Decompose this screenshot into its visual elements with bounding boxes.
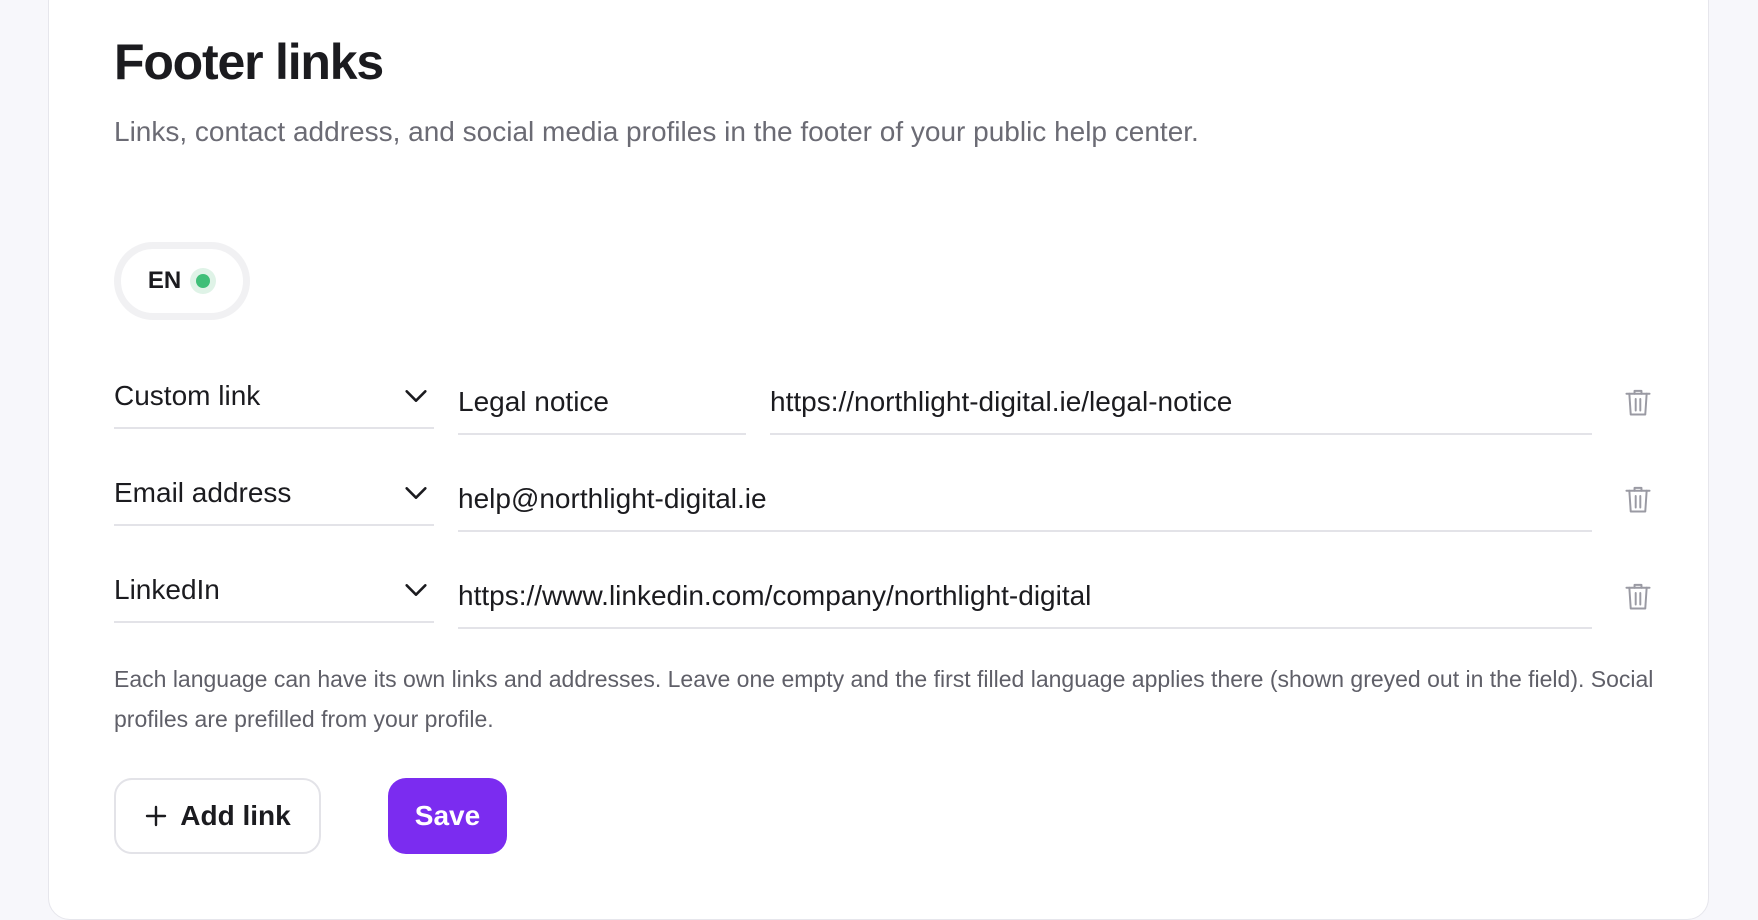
link-type-select[interactable]: LinkedIn — [114, 559, 434, 623]
link-type-label: Custom link — [114, 380, 261, 411]
linkedin-url-input[interactable]: https://www.linkedin.com/company/northli… — [458, 565, 1592, 629]
language-tab-en[interactable]: EN — [114, 242, 250, 320]
trash-icon — [1625, 583, 1651, 610]
link-row: Custom link Legal notice https://northli… — [114, 365, 1654, 445]
link-url-input[interactable]: https://northlight-digital.ie/legal-noti… — [770, 371, 1592, 435]
delete-row-button[interactable] — [1614, 476, 1662, 524]
delete-row-button[interactable] — [1614, 379, 1662, 427]
trash-icon — [1625, 486, 1651, 513]
email-input[interactable]: help@northlight-digital.ie — [458, 468, 1592, 532]
save-button[interactable]: Save — [388, 778, 507, 854]
language-code: EN — [147, 267, 182, 294]
add-link-label: Add link — [180, 800, 291, 831]
link-type-label: LinkedIn — [114, 574, 220, 605]
language-status-dot — [190, 268, 217, 294]
plus-icon — [146, 805, 167, 827]
add-link-button[interactable]: Add link — [114, 778, 321, 854]
link-type-select[interactable]: Custom link — [114, 365, 434, 429]
chevron-down-icon — [405, 390, 427, 402]
trash-icon — [1625, 389, 1651, 416]
footer-links-card: Footer links Links, contact address, and… — [48, 0, 1709, 920]
link-type-select[interactable]: Email address — [114, 462, 434, 526]
link-type-label: Email address — [114, 477, 292, 508]
help-text: Each language can have its own links and… — [114, 666, 1654, 732]
page-title: Footer links — [114, 34, 384, 90]
link-label-input[interactable]: Legal notice — [458, 371, 746, 435]
delete-row-button[interactable] — [1614, 573, 1662, 621]
link-row: Email address help@northlight-digital.ie — [114, 462, 1654, 542]
chevron-down-icon — [405, 584, 427, 596]
page-subtitle: Links, contact address, and social media… — [114, 116, 1199, 147]
chevron-down-icon — [405, 487, 427, 499]
link-row: LinkedIn https://www.linkedin.com/compan… — [114, 559, 1654, 639]
